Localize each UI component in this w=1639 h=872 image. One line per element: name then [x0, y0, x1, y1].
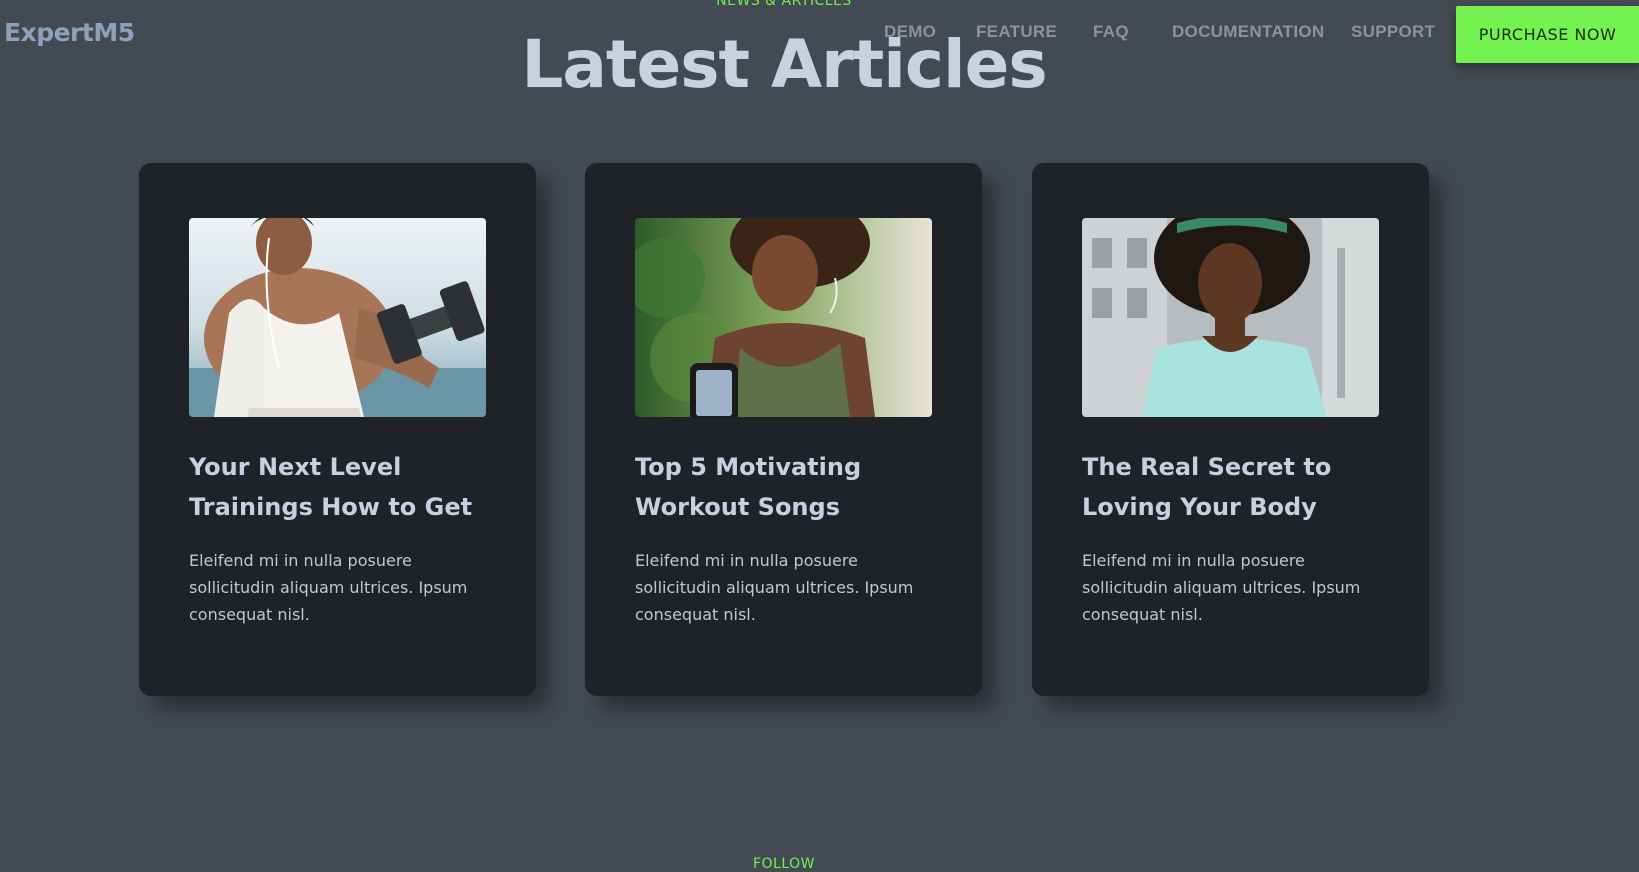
article-excerpt: Eleifend mi in nulla posuere sollicitudi… [1082, 551, 1361, 624]
article-card[interactable]: Your Next Level Trainings How to Get Ele… [139, 163, 536, 696]
woman-dumbbell-photo-icon[interactable] [189, 218, 486, 417]
article-title[interactable]: Top 5 Motivating Workout Songs [635, 447, 945, 527]
woman-phone-armband-photo-icon[interactable] [635, 218, 932, 417]
section-title: Latest Articles [521, 26, 1047, 103]
section-eyebrow: NEWS & ARTICLES [716, 0, 852, 9]
article-excerpt: Eleifend mi in nulla posuere sollicitudi… [189, 551, 468, 624]
article-card[interactable]: Top 5 Motivating Workout Songs Eleifend … [585, 163, 982, 696]
article-card[interactable]: The Real Secret to Loving Your Body Elei… [1032, 163, 1429, 696]
article-title[interactable]: Your Next Level Trainings How to Get [189, 447, 499, 527]
woman-outdoor-portrait-photo-icon[interactable] [1082, 218, 1379, 417]
article-excerpt: Eleifend mi in nulla posuere sollicitudi… [635, 551, 914, 624]
article-title[interactable]: The Real Secret to Loving Your Body [1082, 447, 1392, 527]
